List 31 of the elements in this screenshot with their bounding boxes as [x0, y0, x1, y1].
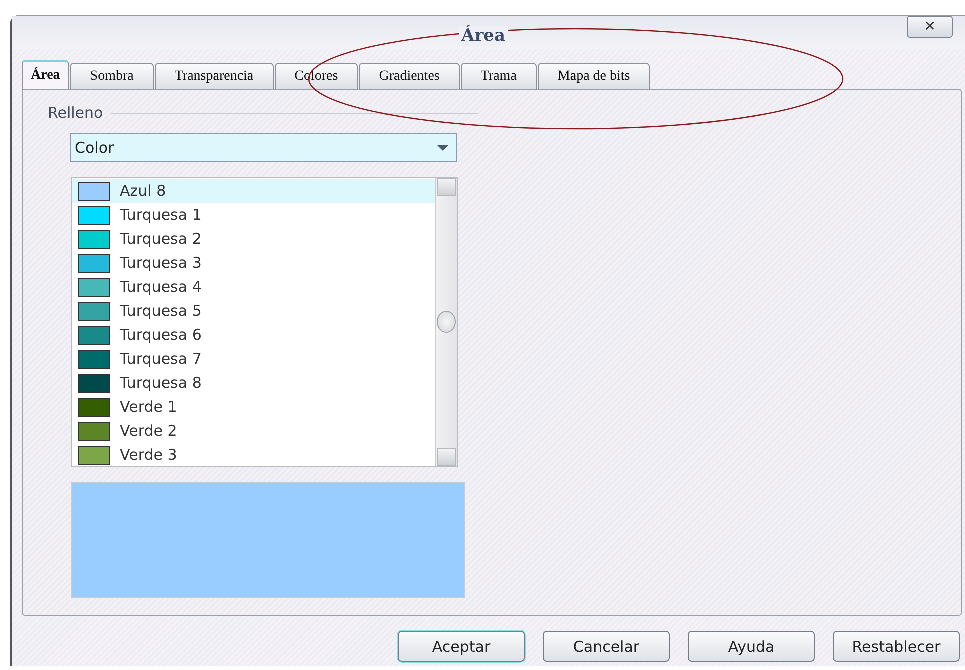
color-list-item[interactable]: Turquesa 5	[72, 299, 435, 323]
close-button[interactable]: ✕	[907, 16, 953, 38]
color-list-item[interactable]: Azul 8	[72, 179, 435, 203]
tab[interactable]: Gradientes	[359, 63, 460, 89]
dialog-button[interactable]: Restablecer	[833, 631, 960, 662]
color-list-item[interactable]: Turquesa 1	[72, 203, 435, 227]
group-label: Relleno	[48, 104, 104, 122]
scroll-up-button[interactable]	[437, 178, 456, 196]
window-title: Área	[458, 26, 508, 46]
tab[interactable]: Sombra	[70, 63, 154, 89]
color-list-item[interactable]: Turquesa 3	[72, 251, 435, 275]
color-list-item[interactable]: Verde 1	[72, 395, 435, 419]
color-list-item[interactable]: Verde 2	[72, 419, 435, 443]
caret-icon	[436, 144, 450, 152]
color-list-item[interactable]: Turquesa 8	[72, 371, 435, 395]
dialog-button[interactable]: Aceptar	[398, 631, 525, 662]
color-list-item[interactable]: Turquesa 7	[72, 347, 435, 371]
dialog-button[interactable]: Cancelar	[543, 631, 670, 662]
tab[interactable]: Transparencia	[154, 63, 274, 89]
color-list-item[interactable]: Turquesa 2	[72, 227, 435, 251]
scroll-thumb[interactable]	[437, 311, 456, 333]
tab[interactable]: Área	[22, 60, 70, 89]
tab[interactable]: Trama	[460, 63, 537, 89]
color-list-item[interactable]: Turquesa 4	[72, 275, 435, 299]
tab[interactable]: Mapa de bits	[538, 63, 650, 89]
scroll-down-button[interactable]	[437, 448, 456, 466]
color-list-item[interactable]: Verde 3	[72, 443, 435, 466]
fill-type-dropdown[interactable]: Color	[70, 133, 457, 162]
dialog-button[interactable]: Ayuda	[688, 631, 815, 662]
scrollbar[interactable]	[435, 178, 457, 466]
color-list-item[interactable]: Turquesa 6	[72, 323, 435, 347]
